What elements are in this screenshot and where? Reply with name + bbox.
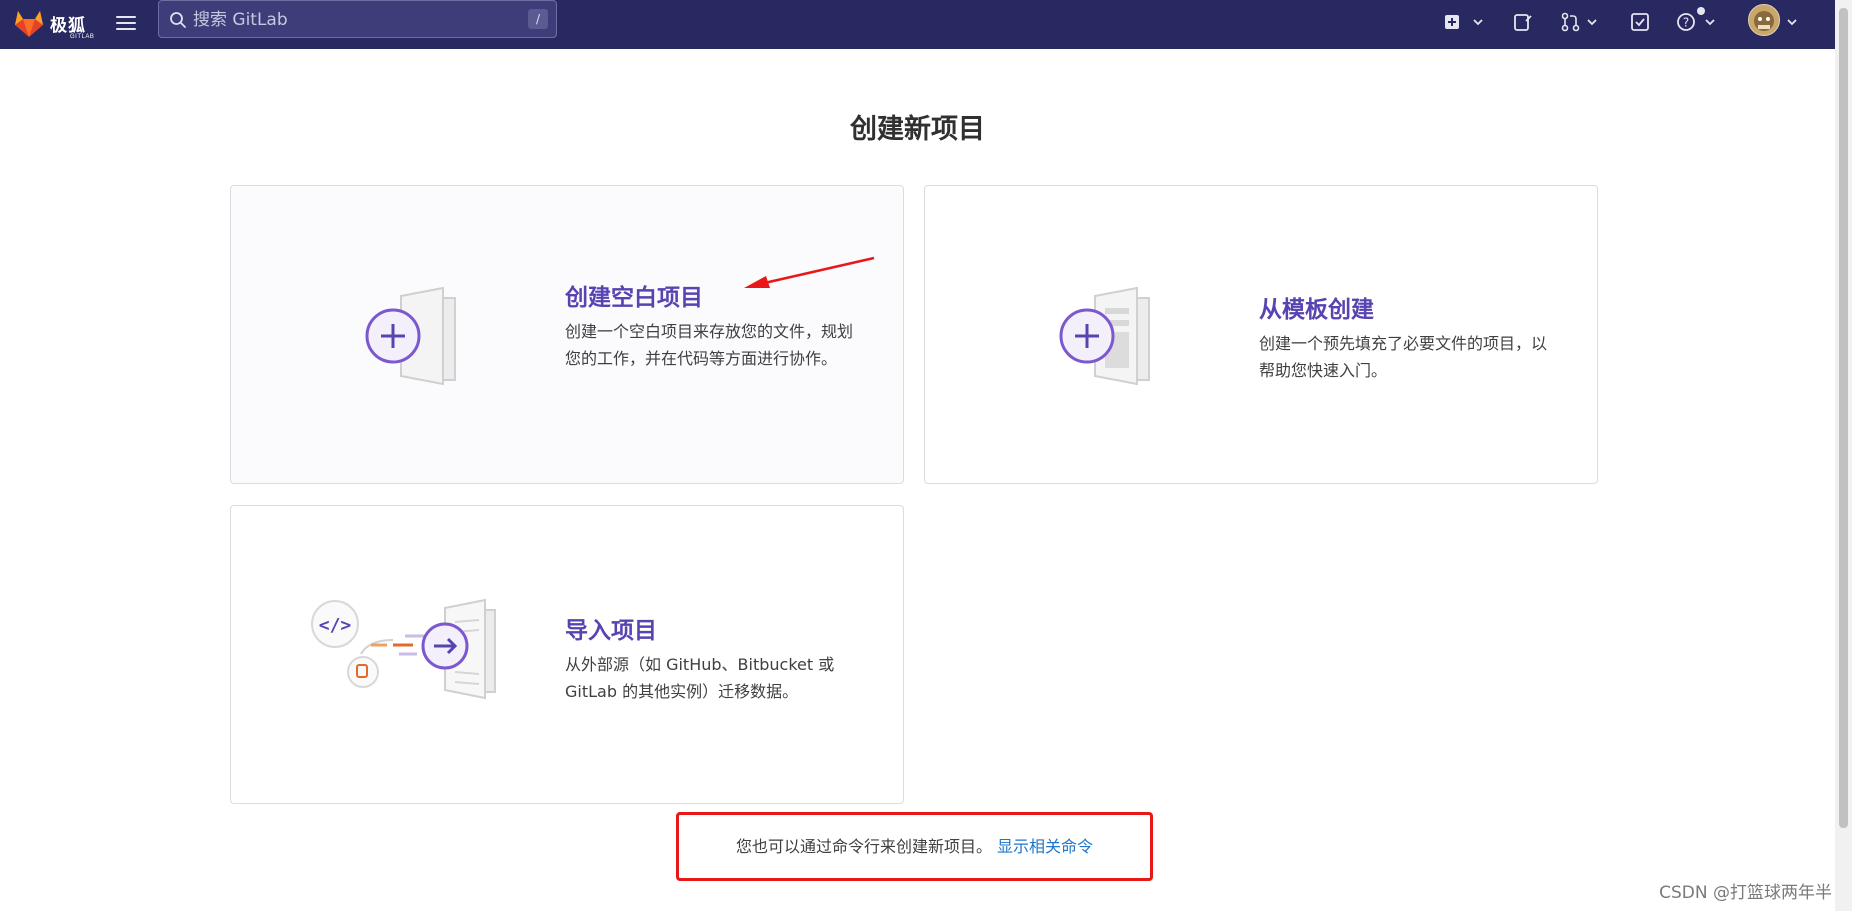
create-from-template-card[interactable]: 从模板创建 创建一个预先填充了必要文件的项目，以帮助您快速入门。 <box>924 185 1598 484</box>
import-project-illustration-icon: </> <box>311 598 496 700</box>
issues-icon <box>1514 14 1532 31</box>
scrollbar[interactable] <box>1835 0 1852 911</box>
hint-text: 您也可以通过命令行来创建新项目。 <box>735 837 992 856</box>
avatar[interactable] <box>1748 4 1780 36</box>
search-input[interactable] <box>191 7 515 33</box>
brand-sub: GITLAB <box>70 34 95 40</box>
chevron-down-icon[interactable] <box>1586 16 1598 28</box>
search-shortcut-badge: / <box>528 9 548 29</box>
blank-project-illustration-icon <box>365 286 456 386</box>
notification-dot <box>1697 7 1705 15</box>
card-description: 创建一个空白项目来存放您的文件，规划您的工作，并在代码等方面进行协作。 <box>565 322 854 368</box>
watermark: CSDN @打篮球两年半 <box>1659 883 1832 903</box>
brand-name: 极狐 <box>50 16 86 36</box>
fox-logo-icon <box>15 11 43 37</box>
menu-icon[interactable] <box>114 12 138 34</box>
todos-button[interactable] <box>1629 11 1651 35</box>
show-commands-link[interactable]: 显示相关命令 <box>997 837 1093 856</box>
annotation-arrow-icon <box>744 256 875 288</box>
template-illustration-icon <box>1059 286 1150 386</box>
search-box: / <box>158 0 557 38</box>
chevron-down-icon[interactable] <box>1786 16 1798 28</box>
scrollbar-thumb[interactable] <box>1839 8 1848 828</box>
issues-button[interactable] <box>1512 11 1534 35</box>
gitlab-logo[interactable]: 极狐 GITLAB <box>12 5 95 43</box>
chevron-down-icon[interactable] <box>1704 16 1716 28</box>
svg-text:?: ? <box>1683 16 1689 30</box>
search-icon <box>170 12 186 28</box>
new-item-icon <box>1445 15 1459 29</box>
merge-requests-button[interactable] <box>1560 11 1582 35</box>
top-navbar: 极狐 GITLAB / <box>0 0 1835 49</box>
command-line-hint: 您也可以通过命令行来创建新项目。 显示相关命令 <box>676 812 1153 881</box>
card-title: 创建空白项目 <box>565 285 703 311</box>
create-blank-project-card[interactable]: 创建空白项目 创建一个空白项目来存放您的文件，规划您的工作，并在代码等方面进行协… <box>230 185 904 484</box>
user-avatar-icon <box>1754 11 1774 31</box>
import-project-card[interactable]: </> 导入项目 从外部源（如 GitHub、Bitbucket 或 GitLa… <box>230 505 904 804</box>
card-title: 从模板创建 <box>1259 297 1374 323</box>
page-title: 创建新项目 <box>850 114 985 145</box>
merge-request-icon <box>1561 12 1580 32</box>
svg-text:</>: </> <box>319 615 352 636</box>
chevron-down-icon[interactable] <box>1472 16 1484 28</box>
help-button[interactable]: ? <box>1676 11 1698 35</box>
todos-icon <box>1631 13 1649 31</box>
help-icon: ? <box>1677 13 1695 31</box>
card-description: 从外部源（如 GitHub、Bitbucket 或 GitLab 的其他实例）迁… <box>565 655 835 701</box>
card-description: 创建一个预先填充了必要文件的项目，以帮助您快速入门。 <box>1259 334 1548 380</box>
card-title: 导入项目 <box>565 618 657 644</box>
new-item-button[interactable] <box>1443 11 1461 35</box>
